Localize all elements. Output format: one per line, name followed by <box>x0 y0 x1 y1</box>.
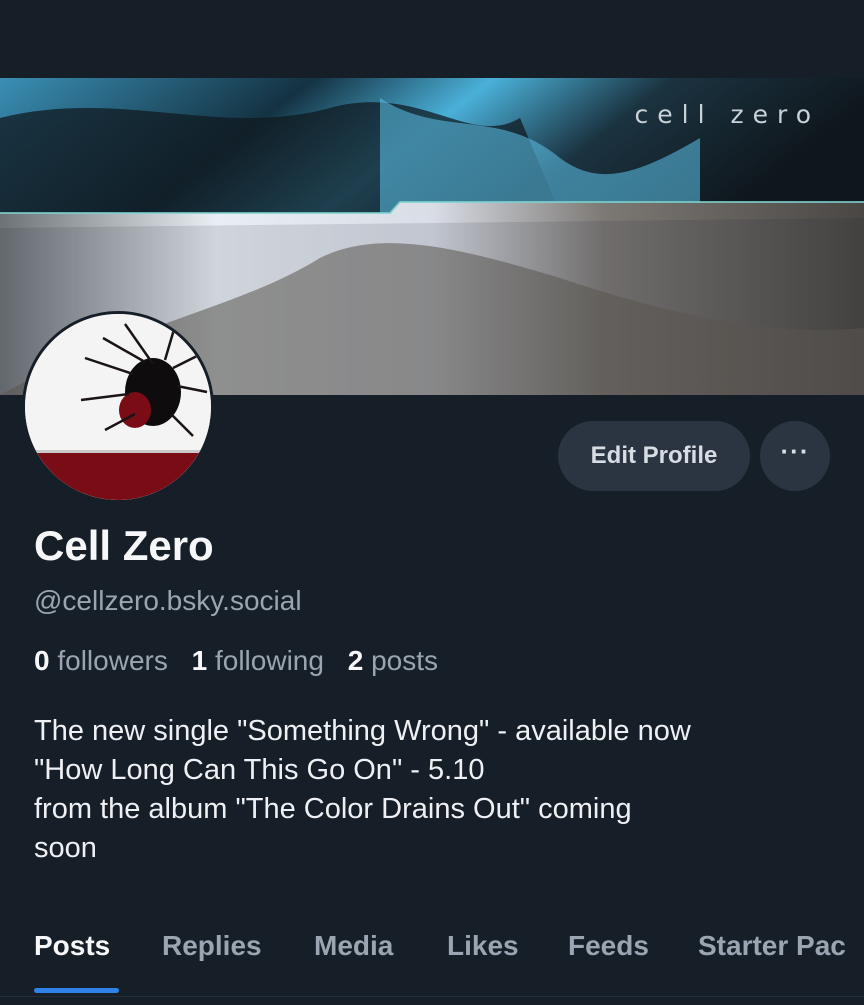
more-options-button[interactable]: ··· <box>760 421 830 491</box>
active-tab-indicator <box>34 988 119 993</box>
profile-stats: 0 followers 1 following 2 posts <box>34 645 438 677</box>
posts-stat: 2 posts <box>348 645 438 676</box>
tab-feeds[interactable]: Feeds <box>568 926 649 966</box>
display-name: Cell Zero <box>34 522 214 569</box>
following-count: 1 <box>191 645 208 676</box>
tab-media[interactable]: Media <box>314 926 393 966</box>
more-horizontal-icon: ··· <box>780 436 810 466</box>
followers-label: followers <box>57 645 168 676</box>
bio-line: "How Long Can This Go On" - 5.10 <box>34 754 485 786</box>
profile-handle[interactable]: @cellzero.bsky.social <box>34 585 302 617</box>
tab-starter-packs[interactable]: Starter Pac <box>698 926 846 966</box>
posts-label: posts <box>371 645 439 676</box>
profile-tabs: Posts Replies Media Likes Feeds Starter … <box>0 926 864 996</box>
top-bar <box>0 0 864 78</box>
following-label: following <box>214 645 324 676</box>
posts-count: 2 <box>347 645 364 676</box>
tab-likes[interactable]: Likes <box>447 926 519 966</box>
bio-line: from the album "The Color Drains Out" co… <box>34 793 632 825</box>
profile-bio: The new single "Something Wrong" - avail… <box>34 712 834 868</box>
bio-line: soon <box>34 832 97 864</box>
followers-link[interactable]: 0 followers <box>34 645 168 676</box>
tab-posts[interactable]: Posts <box>34 926 110 966</box>
followers-count: 0 <box>34 645 50 676</box>
following-link[interactable]: 1 following <box>192 645 324 676</box>
bio-line: The new single "Something Wrong" - avail… <box>34 715 691 747</box>
profile-screen: cell zero Edit Profile ··· Cell Zero @ce… <box>0 0 864 1005</box>
avatar-artwork <box>25 314 211 500</box>
edit-profile-button[interactable]: Edit Profile <box>558 421 750 491</box>
banner-title: cell zero <box>634 100 820 129</box>
tab-replies[interactable]: Replies <box>162 926 262 966</box>
avatar[interactable] <box>22 311 214 503</box>
tab-divider <box>0 996 864 997</box>
